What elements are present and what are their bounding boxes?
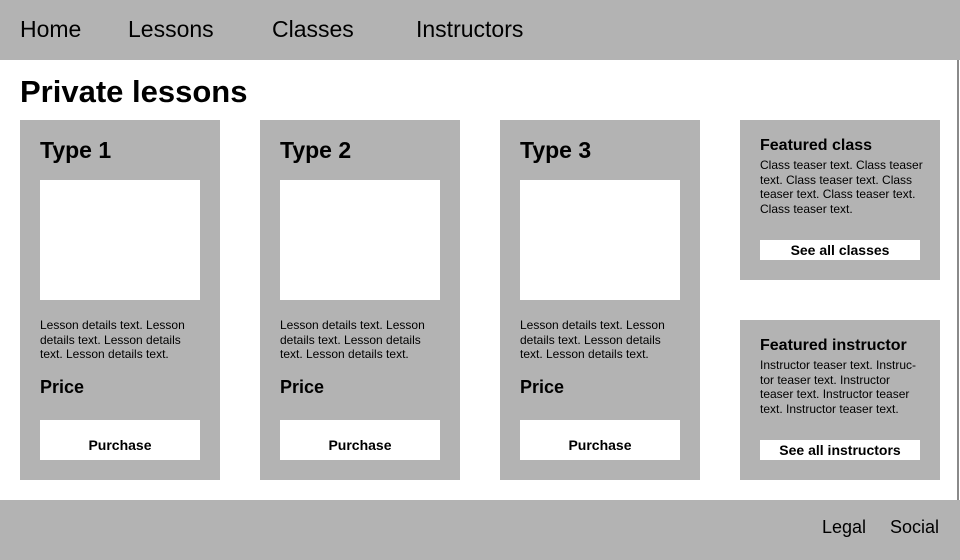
lesson-card-title: Type 1 (40, 137, 112, 163)
lesson-card-title: Type 3 (520, 137, 592, 163)
featured-class-title: Featured class (760, 137, 873, 154)
lesson-card-type-2: Type 2 Lesson details text. Lesson detai… (260, 120, 460, 480)
see-all-instructors-button[interactable]: See all instructors (760, 440, 920, 460)
top-nav: Home Lessons Classes Instructors (0, 0, 960, 60)
page-title: Private lessons (20, 74, 248, 109)
nav-item-instructors[interactable]: Instructors (416, 14, 523, 44)
lesson-image-placeholder (520, 180, 680, 300)
featured-class-teaser: Class teaser text. Class teaser text. Cl… (760, 158, 923, 216)
lesson-details-text: Lesson details text. Lesson details text… (520, 318, 665, 361)
featured-instructor-panel: Featured instructor Instructor teaser te… (740, 320, 940, 480)
footer-link-social[interactable]: Social (890, 516, 939, 538)
featured-instructor-teaser: Instructor teaser text. Instruc-tor teas… (760, 358, 917, 416)
nav-item-lessons[interactable]: Lessons (128, 14, 214, 44)
lesson-details-text: Lesson details text. Lesson details text… (280, 318, 425, 361)
lesson-image-placeholder (40, 180, 200, 300)
page: Home Lessons Classes Instructors Private… (0, 0, 960, 560)
lesson-card-type-3: Type 3 Lesson details text. Lesson detai… (500, 120, 700, 480)
featured-class-panel: Featured class Class teaser text. Class … (740, 120, 940, 280)
lesson-price: Price (520, 377, 565, 397)
purchase-button[interactable]: Purchase (520, 420, 680, 460)
purchase-button[interactable]: Purchase (280, 420, 440, 460)
featured-instructor-title: Featured instructor (760, 337, 907, 354)
lesson-card-title: Type 2 (280, 137, 352, 163)
nav-item-classes[interactable]: Classes (272, 14, 354, 44)
footer: Legal Social (0, 500, 960, 560)
lesson-image-placeholder (280, 180, 440, 300)
lesson-price: Price (40, 377, 85, 397)
lesson-details-text: Lesson details text. Lesson details text… (40, 318, 185, 361)
lesson-card-type-1: Type 1 Lesson details text. Lesson detai… (20, 120, 220, 480)
purchase-button[interactable]: Purchase (40, 420, 200, 460)
footer-link-legal[interactable]: Legal (822, 516, 866, 538)
content-edge-divider (957, 60, 959, 500)
see-all-classes-button[interactable]: See all classes (760, 240, 920, 260)
nav-item-home[interactable]: Home (20, 14, 81, 44)
lesson-price: Price (280, 377, 325, 397)
